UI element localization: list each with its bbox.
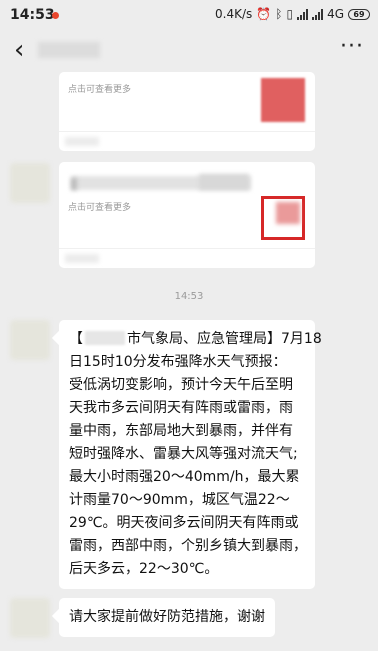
battery-icon: 69 [348,8,370,20]
message-line: 受低涡切变影响，预计今天午后至明 [69,377,293,393]
message-line: 29℃。明天夜间多云间阴天有阵雨或 [69,515,299,531]
message-bubble[interactable]: 请大家提前做好防范措施，谢谢 [59,598,275,637]
card-footer [59,248,315,268]
link-card[interactable]: 点击可查看更多 [59,162,315,268]
message-line: 短时强降水、雷暴大风等强对流天气; [69,446,298,462]
notification-dot-icon [52,12,59,19]
card-footer [59,131,315,151]
message-line: 请大家提前做好防范措施，谢谢 [69,609,265,625]
message-line: 量中雨，东部局地大到暴雨，并伴有 [69,423,293,439]
card-hint: 点击可查看更多 [68,85,132,95]
card-thumbnail [261,78,305,122]
status-icons: 0.4K/s ⏰ ᛒ ▯ 4G 69 [215,7,370,21]
card-thumbnail [261,196,305,240]
card-hint: 点击可查看更多 [68,203,132,213]
status-time: 14:53 [10,7,55,23]
chat-timestamp: 14:53 [174,291,204,302]
redacted-city [85,331,125,345]
network-speed: 0.4K/s [215,7,253,21]
message-line: 计雨量70～90mm，城区气温22～ [69,492,290,508]
message-line: 最大小时雨强20～40mm/h，最大累 [69,469,300,485]
message-line: 【市气象局、应急管理局】7月18 [69,331,322,347]
message-bubble[interactable]: 【市气象局、应急管理局】7月18 日15时10分发布强降水天气预报： 受低涡切变… [59,320,322,589]
avatar[interactable] [10,163,50,203]
back-arrow-icon[interactable]: ‹ [14,36,24,64]
message-line: 后天多云，22～30℃。 [69,561,219,577]
network-type: 4G [327,7,344,21]
signal-icon-2 [312,8,324,20]
message-line: 天我市多云间阴天有阵雨或雷雨，雨 [69,400,293,416]
chat-title-redacted [38,42,100,58]
vibrate-icon: ▯ [286,7,294,21]
alarm-icon: ⏰ [256,7,272,21]
signal-icon [297,8,309,20]
more-icon[interactable]: ··· [340,34,364,59]
status-bar: 14:53 0.4K/s ⏰ ᛒ ▯ 4G 69 [0,0,378,30]
avatar[interactable] [10,598,50,638]
message-line: 日15时10分发布强降水天气预报： [69,354,287,370]
link-card[interactable]: 点击可查看更多 [59,72,315,151]
avatar[interactable] [10,320,50,360]
chat-header: ‹ ··· [0,30,378,72]
message-line: 雷雨，西部中雨，个别乡镇大到暴雨， [69,538,307,554]
bluetooth-icon: ᛒ [275,7,283,21]
